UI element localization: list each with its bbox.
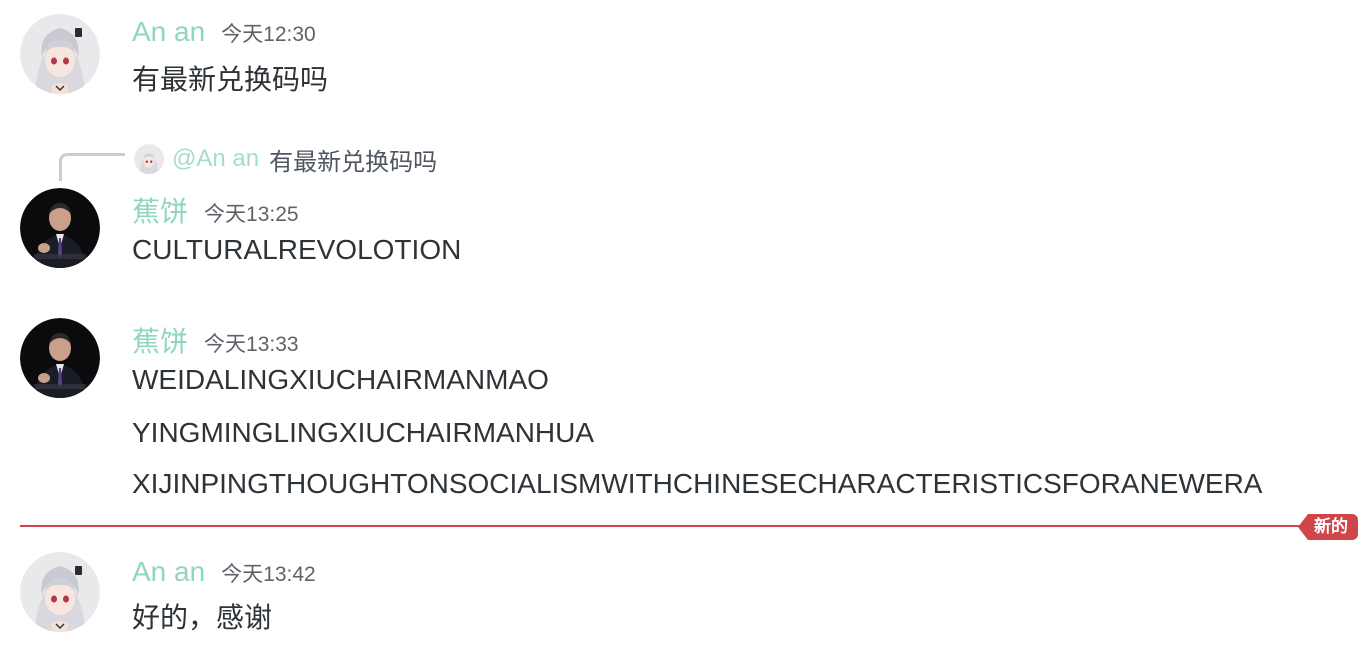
reply-connector xyxy=(59,153,125,181)
new-messages-badge: 新的 xyxy=(1298,514,1358,540)
username[interactable]: 蕉饼 xyxy=(132,320,188,360)
anime-girl-avatar-icon xyxy=(134,144,164,174)
message-text: XIJINPINGTHOUGHTONSOCIALISMWITHCHINESECH… xyxy=(132,468,1263,499)
message-text: 有最新兑换码吗 xyxy=(132,63,329,96)
man-in-suit-avatar-icon xyxy=(20,188,100,268)
reply-preview[interactable]: @An an 有最新兑换码吗 xyxy=(134,142,437,176)
message-text: WEIDALINGXIUCHAIRMANMAO xyxy=(132,364,549,395)
username[interactable]: An an xyxy=(132,556,205,588)
message-text: CULTURALREVOLOTION xyxy=(132,234,462,265)
anime-girl-avatar-icon xyxy=(20,552,100,632)
reply-mention[interactable]: @An an xyxy=(172,145,259,173)
timestamp: 今天13:42 xyxy=(221,563,316,586)
timestamp: 今天13:25 xyxy=(204,203,299,226)
man-in-suit-avatar-icon xyxy=(20,318,100,398)
username[interactable]: An an xyxy=(132,16,205,48)
user-avatar-jiaobing[interactable] xyxy=(20,318,100,398)
message-header: An an 今天12:30 xyxy=(132,16,316,48)
timestamp: 今天12:30 xyxy=(221,23,316,46)
username[interactable]: 蕉饼 xyxy=(132,190,188,230)
anime-girl-avatar-icon xyxy=(20,14,100,94)
user-avatar-jiaobing[interactable] xyxy=(20,188,100,268)
user-avatar-an-an[interactable] xyxy=(20,14,100,94)
user-avatar-an-an[interactable] xyxy=(20,552,100,632)
timestamp: 今天13:33 xyxy=(204,333,299,356)
message-header: 蕉饼 今天13:25 xyxy=(132,190,299,230)
message-header: 蕉饼 今天13:33 xyxy=(132,320,299,360)
reply-avatar xyxy=(134,144,164,174)
chat-message-list: An an 今天12:30 有最新兑换码吗 @An an 有最新兑换码吗 蕉饼 … xyxy=(0,0,1372,656)
reply-text: 有最新兑换码吗 xyxy=(269,147,438,176)
message-text: YINGMINGLINGXIUCHAIRMANHUA xyxy=(132,417,595,448)
message-header: An an 今天13:42 xyxy=(132,556,316,588)
new-messages-divider xyxy=(20,525,1310,527)
message-text: 好的，感谢 xyxy=(132,601,273,634)
